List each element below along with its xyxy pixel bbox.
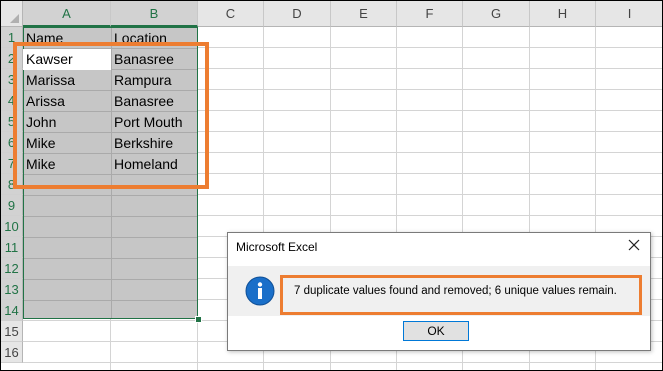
row-header-15[interactable]: 15 <box>1 321 23 342</box>
ok-button[interactable]: OK <box>403 321 469 341</box>
column-header-h[interactable]: H <box>530 1 596 27</box>
info-icon <box>245 276 275 306</box>
column-header-f[interactable]: F <box>397 1 463 27</box>
row-header-9[interactable]: 9 <box>1 195 23 216</box>
row-header-11[interactable]: 11 <box>1 237 23 258</box>
dialog-title: Microsoft Excel <box>236 240 318 254</box>
data-highlight-box <box>13 42 209 189</box>
column-header-e[interactable]: E <box>331 1 397 27</box>
column-header-g[interactable]: G <box>463 1 530 27</box>
excel-sheet-view: ABCDEFGHI 1 2 3 4 5 6 7 8 9 10 11 12 13 14 15 16 Name L… <box>0 0 663 371</box>
message-highlight-box <box>280 275 642 315</box>
row-header-12[interactable]: 12 <box>1 258 23 279</box>
close-icon[interactable] <box>626 237 642 253</box>
row-header-14[interactable]: 14 <box>1 300 23 321</box>
column-header-c[interactable]: C <box>198 1 264 27</box>
row-header-10[interactable]: 10 <box>1 216 23 237</box>
dialog-footer: OK <box>228 316 650 350</box>
row-header-16[interactable]: 16 <box>1 342 23 363</box>
column-header-a[interactable]: A <box>23 1 111 27</box>
column-header-d[interactable]: D <box>264 1 331 27</box>
fill-handle[interactable] <box>195 316 202 323</box>
column-header-i[interactable]: I <box>596 1 662 27</box>
column-header-b[interactable]: B <box>111 1 198 27</box>
select-all-corner[interactable] <box>1 1 23 27</box>
row-header-13[interactable]: 13 <box>1 279 23 300</box>
